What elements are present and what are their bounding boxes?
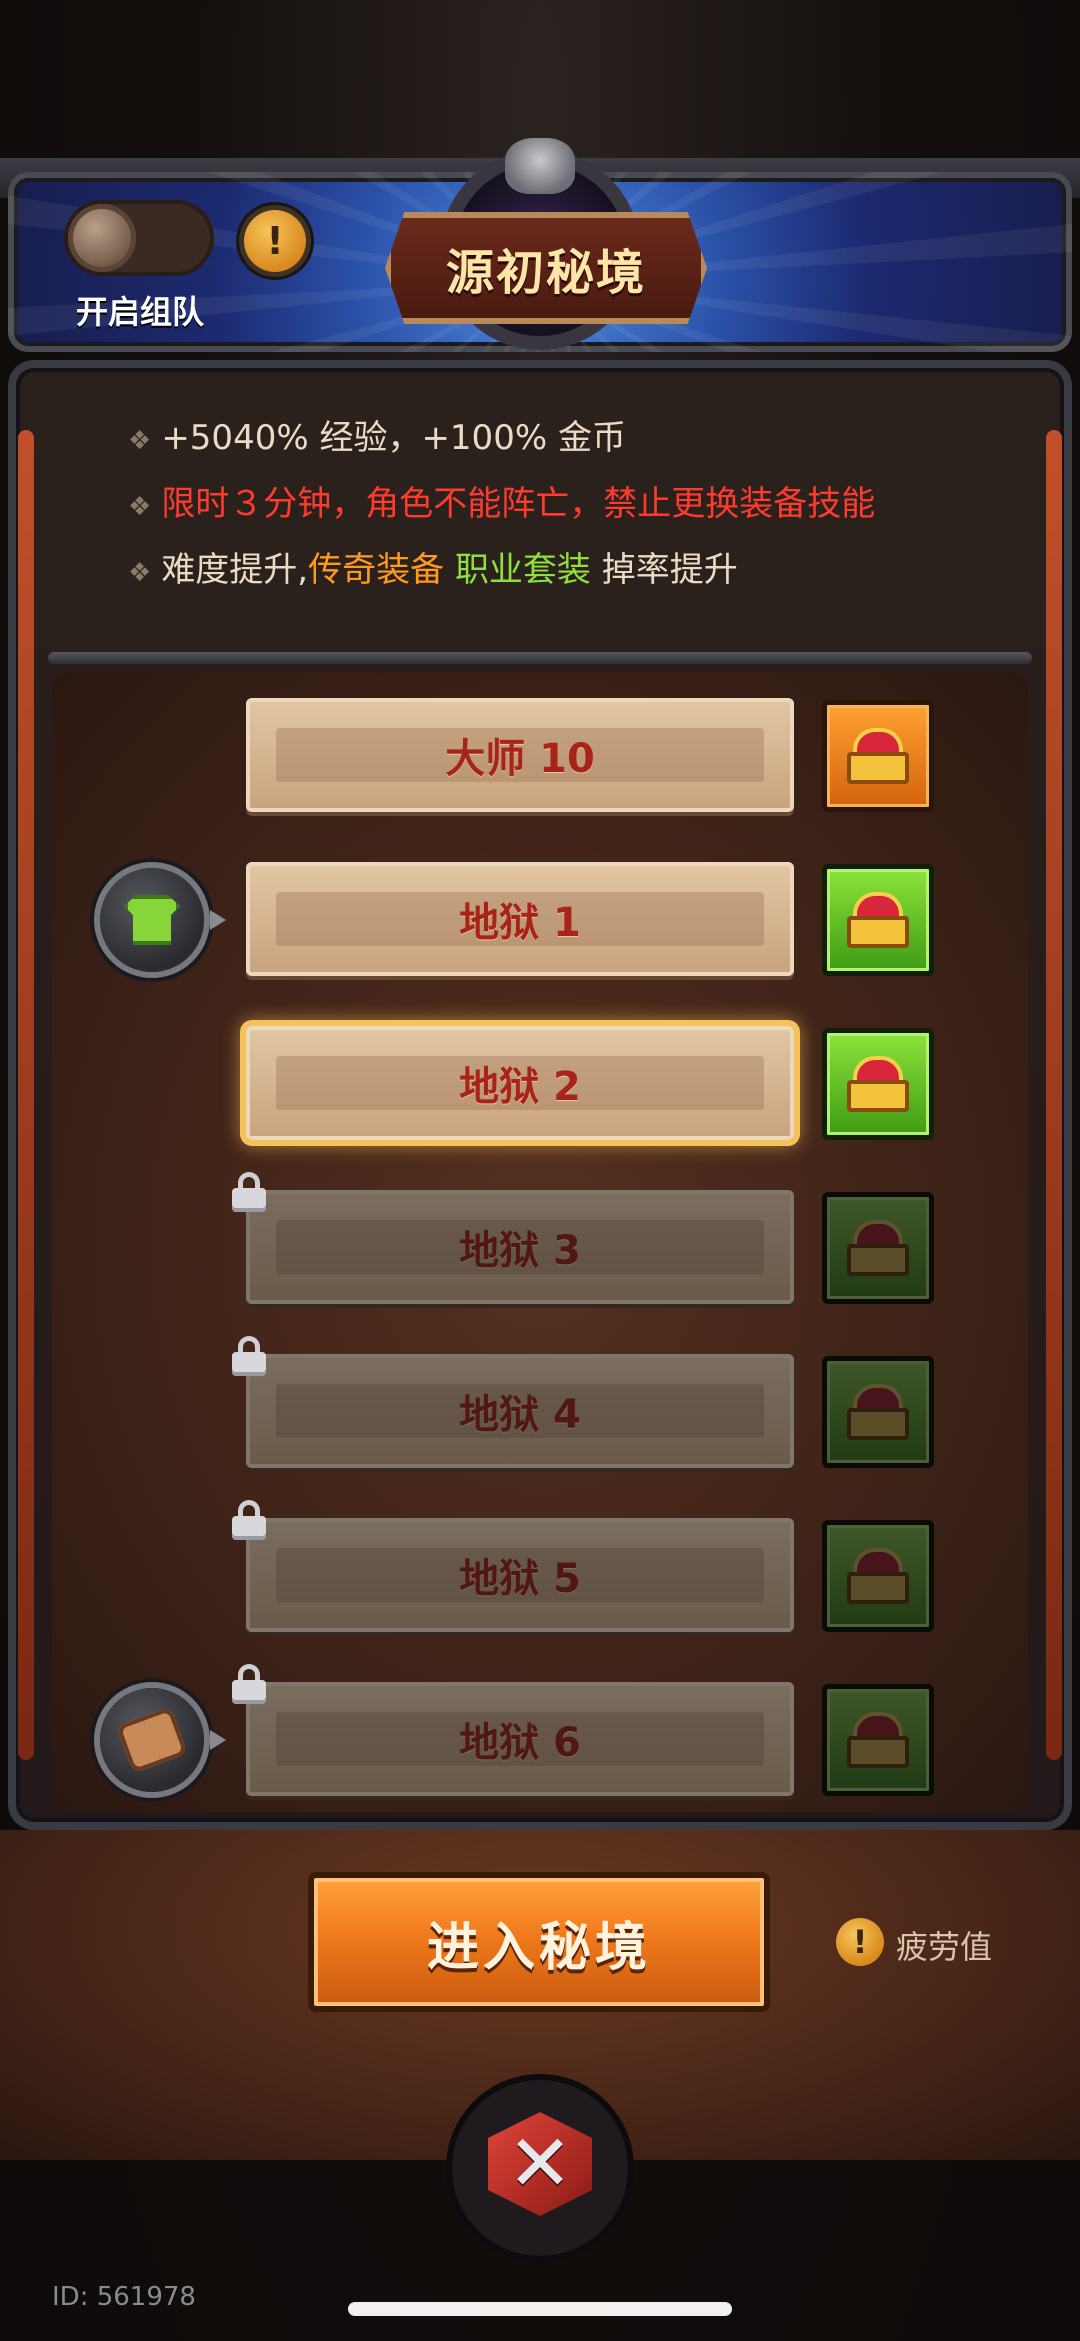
scroll-icon[interactable] [100,1688,226,1792]
team-toggle-label: 开启组队 [76,293,205,331]
lock-icon [232,1500,266,1540]
lock-icon [232,1336,266,1376]
divider [48,652,1032,664]
treasure-chest-icon[interactable] [822,1192,934,1304]
page-title: 源初秘境 [385,212,707,324]
level-button-hell-4[interactable]: 地狱 4 [246,1354,794,1468]
player-id: ID: 561978 [52,2282,196,2312]
level-button-hell-5[interactable]: 地狱 5 [246,1518,794,1632]
bonus-line-2: ❖ 限时３分钟，角色不能阵亡，禁止更换装备技能 [128,484,876,524]
treasure-chest-icon[interactable] [822,1520,934,1632]
bonus-line-3: ❖ 难度提升,传奇装备 职业套装 掉率提升 [128,550,738,590]
bullet-icon: ❖ [128,426,152,456]
team-toggle[interactable] [64,200,214,276]
fatigue-info-icon[interactable]: ! [836,1918,884,1966]
level-row: 地狱 5 [0,1500,1080,1648]
level-button-master-10[interactable]: 大师 10 [246,698,794,812]
treasure-chest-icon[interactable] [822,1028,934,1140]
enter-dungeon-button[interactable]: 进入秘境 [308,1872,770,2012]
level-button-hell-3[interactable]: 地狱 3 [246,1190,794,1304]
level-row: 地狱 3 [0,1172,1080,1320]
treasure-chest-icon[interactable] [822,1356,934,1468]
treasure-chest-icon[interactable] [822,1684,934,1796]
fatigue-label[interactable]: 疲劳值 [896,1922,992,1968]
toggle-knob [68,204,136,272]
bullet-icon: ❖ [128,558,152,588]
treasure-chest-icon[interactable] [822,700,934,812]
home-indicator[interactable] [348,2302,732,2316]
level-row: 地狱 4 [0,1336,1080,1484]
level-row: 地狱 1 [0,862,1080,992]
level-button-hell-1[interactable]: 地狱 1 [246,862,794,976]
shirt-icon[interactable] [100,868,226,972]
level-row: 地狱 2 [0,1026,1080,1156]
level-button-hell-2[interactable]: 地狱 2 [246,1026,794,1140]
level-button-hell-6[interactable]: 地狱 6 [246,1682,794,1796]
treasure-chest-icon[interactable] [822,864,934,976]
bullet-icon: ❖ [128,492,152,522]
level-row: 大师 10 [0,698,1080,828]
info-icon[interactable]: ! [244,210,306,272]
skull-icon [505,138,575,194]
bonus-line-1: ❖ +5040% 经验，+100% 金币 [128,418,626,458]
lock-icon [232,1664,266,1704]
level-row: 地狱 6 [0,1664,1080,1812]
lock-icon [232,1172,266,1212]
